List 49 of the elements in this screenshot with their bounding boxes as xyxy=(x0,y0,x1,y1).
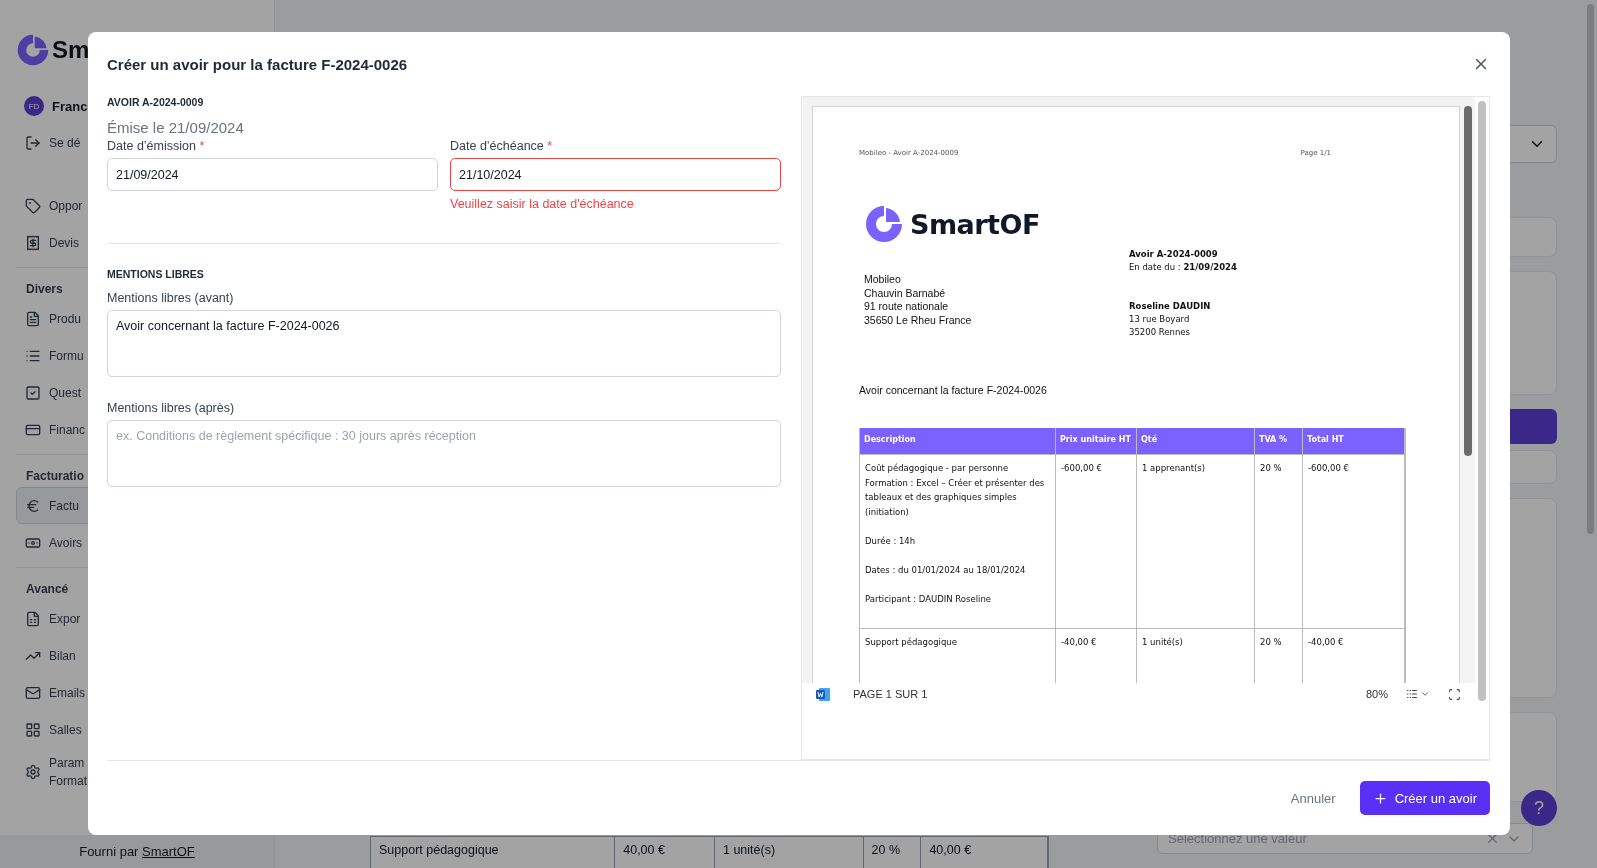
user-avatar: FD xyxy=(24,96,44,116)
user-name: Franc xyxy=(52,98,88,114)
table-cell: 1 unité(s) xyxy=(714,837,864,868)
section-title: MENTIONS LIBRES xyxy=(107,268,205,280)
table-cell: 20 % xyxy=(863,837,922,868)
credit-number: Avoir A-2024-0009 xyxy=(1129,248,1219,261)
address-line: 91 route nationale xyxy=(864,300,950,314)
table-cell-text: 1 apprenant(s) xyxy=(1142,462,1207,475)
intro-text: Avoir concernant la facture F-2024-0026 xyxy=(859,384,1048,396)
page-indicator: PAGE 1 SUR 1 xyxy=(853,688,928,700)
column-header: Prix unitaire HT xyxy=(1056,428,1137,454)
error-message: Veuillez saisir la date d'échéance xyxy=(450,197,635,211)
field-label: Mentions libres (avant) xyxy=(107,291,235,305)
table-cell: 40,00 € xyxy=(615,837,715,868)
table-cell: 40,00 € xyxy=(921,837,1048,868)
table-cell-text: -600,00 € xyxy=(1308,462,1350,475)
address-line: Chauvin Barnabé xyxy=(864,286,947,301)
address-line: 13 rue Boyard xyxy=(1129,313,1191,326)
column-header: TVA % xyxy=(1255,428,1303,454)
credit-text: Fourni par SmartOF xyxy=(79,844,195,859)
column-header: Description xyxy=(860,428,1056,454)
select-placeholder: Sélectionnez une valeur xyxy=(1168,831,1308,846)
column-header: Qté xyxy=(1137,428,1255,454)
table-cell-text: 20 % xyxy=(1260,462,1283,475)
logo-text: SmartOF xyxy=(910,208,1040,240)
dialog-title: Créer un avoir pour la facture F-2024-0026 xyxy=(107,55,408,73)
recipient-name: Roseline DAUDIN xyxy=(1129,300,1212,313)
credit-date: En date du : 21/09/2024 xyxy=(1129,261,1237,274)
section-title: AVOIR A-2024-0009 xyxy=(107,96,205,108)
field-label: Date d’échéance * xyxy=(450,139,554,153)
field-label: Date d’émission * xyxy=(107,139,206,153)
table-cell-text: 20 % xyxy=(1260,636,1283,649)
column-header: Total HT xyxy=(1303,428,1405,454)
table-cell-text: 1 unité(s) xyxy=(1142,636,1184,649)
table-cell-text: -40,00 € xyxy=(1308,636,1345,649)
table-cell: Support pédagogique xyxy=(371,837,616,868)
table-cell-text: Support pédagogique xyxy=(865,636,958,649)
sidebar-section-title: Facturatio xyxy=(26,469,84,483)
field-label: Mentions libres (après) xyxy=(107,401,236,415)
table-cell-text: -40,00 € xyxy=(1061,636,1098,649)
sidebar-section-title: Avancé xyxy=(26,582,69,596)
address-line: 35650 Le Rheu France xyxy=(864,313,973,328)
table-cell-text: -600,00 € xyxy=(1061,462,1103,475)
logo-text: Sm xyxy=(52,36,90,64)
sidebar-section-title: Divers xyxy=(26,282,63,296)
address-line: 35200 Rennes xyxy=(1129,326,1191,339)
issue-date-text: Émise le 21/09/2024 xyxy=(107,119,245,136)
address-line: Mobileo xyxy=(864,273,902,287)
table-cell-text: Coût pédagogique - par personne Formation : Excel – Créer et présenter des tableaux et des graphiques simples (initiation) Durée : 14h Dates : du 01/01/2024 au 18/01/2024 Participant : DAUDIN Roseline xyxy=(865,462,1046,607)
